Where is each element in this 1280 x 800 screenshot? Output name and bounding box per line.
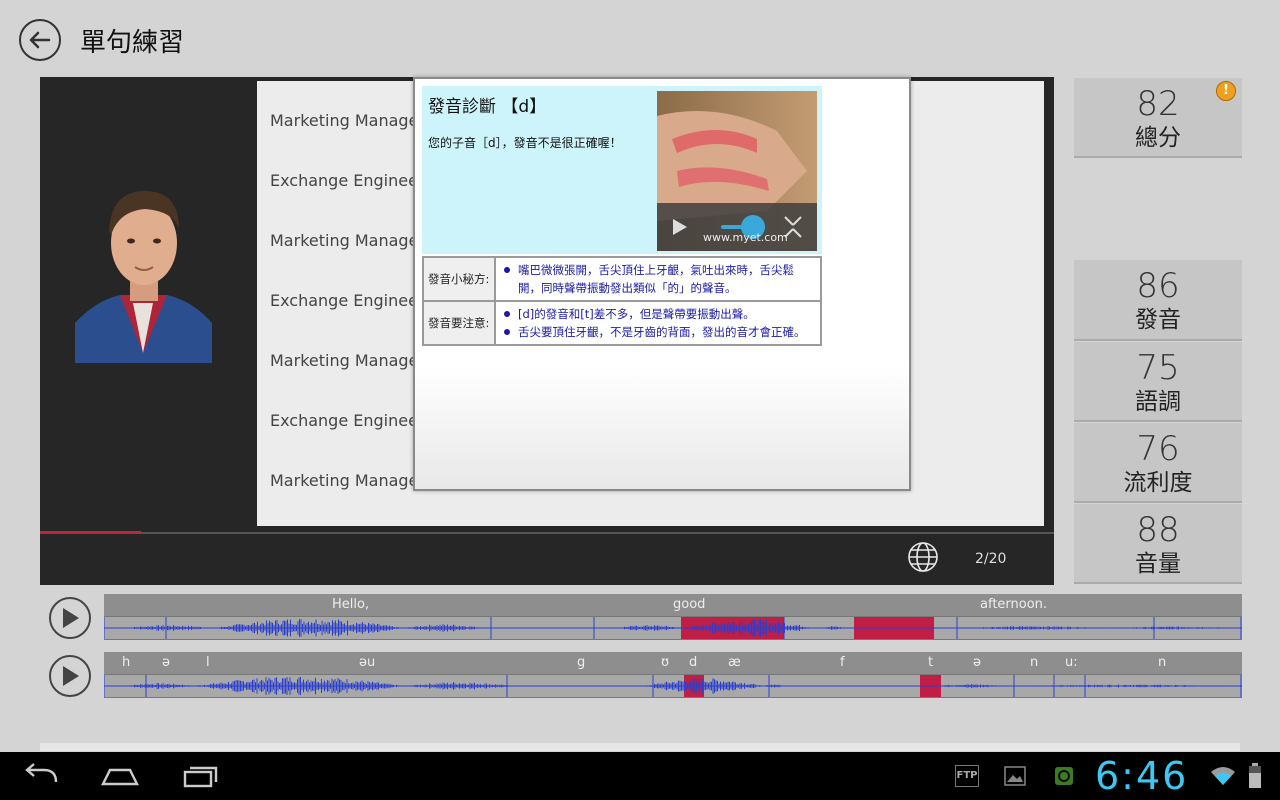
note-item: [d]的發音和[t]差不多，但是聲帶要振動出聲。 bbox=[500, 305, 816, 323]
waveform bbox=[104, 674, 1242, 698]
score-intonation[interactable]: 75 語調 bbox=[1074, 342, 1242, 422]
word-label: good bbox=[673, 597, 706, 612]
word-label: afternoon. bbox=[980, 597, 1048, 612]
score-label: 流利度 bbox=[1123, 470, 1193, 496]
tips-label: 發音小秘方: bbox=[422, 256, 496, 302]
score-value: 88 bbox=[1136, 510, 1180, 550]
score-label: 發音 bbox=[1135, 307, 1181, 333]
video-watermark: www.myet.com bbox=[703, 231, 788, 244]
phoneme-label: g bbox=[577, 655, 586, 670]
diagnosis-description: 您的子音［d］，發音不是很正確喔！ bbox=[428, 136, 622, 150]
waveform-path bbox=[125, 677, 1220, 695]
phoneme-label: t bbox=[928, 655, 934, 670]
phoneme-label: d bbox=[689, 655, 698, 670]
phoneme-label: n bbox=[1158, 655, 1167, 670]
score-label: 音量 bbox=[1135, 551, 1181, 577]
waveform bbox=[104, 616, 1242, 640]
sentence-item[interactable]: Exchange Engineer bbox=[270, 411, 415, 430]
system-clock: 6:46 bbox=[1095, 754, 1189, 798]
phoneme-label: f bbox=[840, 655, 845, 670]
nav-back-icon[interactable] bbox=[22, 762, 60, 790]
phoneme-track[interactable]: h ə l əu g ʊ d æ f t ə n u: n bbox=[104, 652, 1242, 698]
ftp-icon: FTP bbox=[955, 765, 979, 787]
score-label: 語調 bbox=[1135, 389, 1181, 415]
score-label: 總分 bbox=[1135, 125, 1181, 151]
play-recording-button[interactable] bbox=[49, 655, 91, 697]
speaker-avatar bbox=[75, 183, 212, 363]
phoneme-label: ə bbox=[162, 655, 170, 670]
phoneme-label: ə bbox=[973, 655, 981, 670]
battery-icon bbox=[1249, 763, 1261, 788]
word-bar: Hello, good afternoon. bbox=[104, 594, 1242, 616]
score-fluency[interactable]: 76 流利度 bbox=[1074, 423, 1242, 503]
score-value: 75 bbox=[1136, 348, 1180, 388]
sentence-item[interactable]: Marketing Manager bbox=[270, 111, 415, 130]
notes-label: 發音要注意: bbox=[422, 300, 496, 346]
phoneme-label: l bbox=[206, 655, 210, 670]
page-counter: 2/20 bbox=[975, 551, 1007, 567]
sentence-item[interactable]: Marketing Manager bbox=[270, 351, 415, 370]
app-notification-icon bbox=[1055, 767, 1073, 785]
nav-home-icon[interactable] bbox=[100, 762, 140, 790]
wifi-icon bbox=[1211, 767, 1235, 785]
sentence-item[interactable]: Exchange Engineer bbox=[270, 171, 415, 190]
phoneme-label: æ bbox=[728, 655, 741, 670]
phoneme-label: u: bbox=[1065, 655, 1078, 670]
back-button[interactable] bbox=[19, 19, 61, 61]
score-value: 86 bbox=[1136, 266, 1180, 306]
gallery-icon bbox=[1004, 766, 1026, 786]
globe-icon[interactable] bbox=[907, 541, 939, 573]
play-reference-button[interactable] bbox=[49, 597, 91, 639]
sentence-item[interactable]: Marketing Manager bbox=[270, 231, 415, 250]
bottom-strip bbox=[40, 743, 1240, 751]
nav-recent-icon[interactable] bbox=[182, 762, 220, 790]
sentence-item[interactable]: Exchange Engineer bbox=[270, 291, 415, 310]
tips-table: 發音小秘方: 嘴巴微微張開，舌尖頂住上牙齦，氣吐出來時，舌尖鬆開，同時聲帶振動發… bbox=[422, 256, 822, 346]
progress-fill bbox=[40, 531, 142, 534]
arrow-left-icon bbox=[29, 31, 51, 49]
warning-icon[interactable]: ! bbox=[1216, 81, 1236, 101]
play-icon bbox=[63, 666, 79, 686]
progress-track[interactable] bbox=[40, 532, 1054, 534]
page-title: 單句練習 bbox=[80, 28, 185, 58]
sentence-item[interactable]: Marketing Manager bbox=[270, 471, 415, 490]
phoneme-label: ʊ bbox=[661, 655, 670, 670]
waveform-path bbox=[125, 619, 1232, 637]
tip-item: 嘴巴微微張開，舌尖頂住上牙齦，氣吐出來時，舌尖鬆開，同時聲帶振動發出類似「的」的… bbox=[500, 261, 816, 297]
play-icon bbox=[63, 608, 79, 628]
word-track[interactable]: Hello, good afternoon. bbox=[104, 594, 1242, 640]
phoneme-label: n bbox=[1030, 655, 1039, 670]
score-value: 76 bbox=[1136, 429, 1180, 469]
score-pronunciation[interactable]: 86 發音 bbox=[1074, 260, 1242, 341]
diagnosis-title: 發音診斷 【d】 bbox=[428, 97, 547, 117]
note-item: 舌尖要頂住牙齦，不是牙齒的背面，發出的音才會正確。 bbox=[500, 323, 816, 341]
phoneme-label: əu bbox=[359, 655, 376, 670]
phoneme-label: h bbox=[122, 655, 131, 670]
tips-row: 發音小秘方: 嘴巴微微張開，舌尖頂住上牙齦，氣吐出來時，舌尖鬆開，同時聲帶振動發… bbox=[422, 256, 822, 302]
pronunciation-video[interactable]: www.myet.com bbox=[657, 91, 817, 251]
notes-row: 發音要注意: [d]的發音和[t]差不多，但是聲帶要振動出聲。 舌尖要頂住牙齦，不… bbox=[422, 300, 822, 346]
phoneme-bar: h ə l əu g ʊ d æ f t ə n u: n bbox=[104, 652, 1242, 674]
score-volume[interactable]: 88 音量 bbox=[1074, 504, 1242, 584]
word-label: Hello, bbox=[332, 597, 370, 612]
